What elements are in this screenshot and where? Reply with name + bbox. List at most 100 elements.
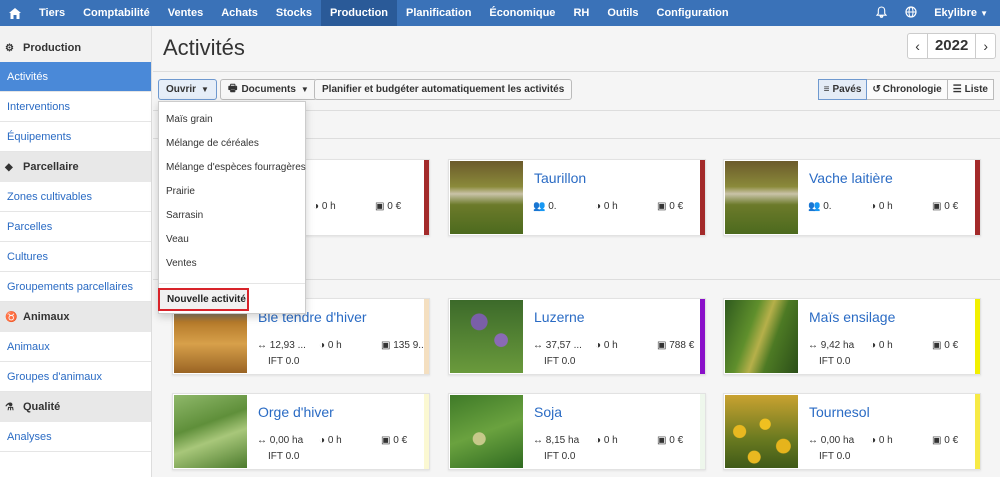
open-button[interactable]: Ouvrir ▼ xyxy=(158,79,217,100)
activity-stats: ↔ 9,42 ha ◑ 0 h ▣ 0 € xyxy=(808,340,994,351)
activity-stats: ◑ 0 h ▣ 0 € xyxy=(313,201,437,212)
menu-divider xyxy=(159,283,305,284)
clock-icon: ◑ xyxy=(319,340,326,351)
cow-icon: ♉ xyxy=(5,311,18,323)
stat-value: 0 h xyxy=(327,340,342,351)
activity-name[interactable]: Tournesol xyxy=(809,404,870,420)
view-list-button[interactable]: ☰ Liste xyxy=(946,79,994,100)
corn-image xyxy=(725,300,798,373)
activity-card[interactable]: Taurillon 👥 0. ◑ 0 h ▣ 0 € xyxy=(448,159,706,236)
ift-value: IFT 0.0 xyxy=(544,356,576,367)
chevron-down-icon: ▼ xyxy=(980,9,988,18)
activity-name[interactable]: Luzerne xyxy=(534,309,585,325)
history-icon: ↺ xyxy=(872,84,881,95)
open-dropdown-menu: Maïs grain Mélange de céréales Mélange d… xyxy=(158,101,306,314)
sidebar-item-zones-cultivables[interactable]: Zones cultivables xyxy=(0,182,151,212)
menu-item-prairie[interactable]: Prairie xyxy=(159,180,305,204)
activity-card[interactable]: Luzerne ↔ 37,57 ... ◑ 0 h ▣ 788 € IFT 0.… xyxy=(448,298,706,375)
color-bar xyxy=(700,299,705,374)
activity-card[interactable]: Tournesol ↔ 0,00 ha ◑ 0 h ▣ 0 € IFT 0.0 xyxy=(723,393,981,470)
sidebar-item-analyses[interactable]: Analyses xyxy=(0,422,151,452)
stat-value: 0 € xyxy=(944,201,959,212)
stat-value: 9,42 ha xyxy=(820,340,855,351)
soy-image xyxy=(450,395,523,468)
menu-item-veau[interactable]: Veau xyxy=(159,228,305,252)
menu-item-mais-grain[interactable]: Maïs grain xyxy=(159,108,305,132)
color-bar xyxy=(700,394,705,469)
view-timeline-label: Chronologie xyxy=(882,84,942,95)
chevron-left-icon[interactable]: ‹ xyxy=(908,38,927,54)
sidebar-item-cultures[interactable]: Cultures xyxy=(0,242,151,272)
activity-stats: 👥 0. ◑ 0 h ▣ 0 € xyxy=(533,201,719,212)
stat-value: 0. xyxy=(548,201,557,212)
nav-production[interactable]: Production xyxy=(320,0,398,26)
view-tiles-button[interactable]: ≡ Pavés xyxy=(817,79,868,100)
flask-icon: ⚗ xyxy=(5,401,14,413)
new-activity-menu-item[interactable]: Nouvelle activité xyxy=(158,288,249,311)
view-timeline-button[interactable]: ↺ Chronologie xyxy=(866,79,948,100)
sidebar-item-activites[interactable]: Activités xyxy=(0,62,151,92)
bell-icon[interactable] xyxy=(866,5,896,21)
nav-tiers[interactable]: Tiers xyxy=(30,0,74,26)
activity-card[interactable]: Orge d'hiver ↔ 0,00 ha ◑ 0 h ▣ 0 € IFT 0… xyxy=(172,393,430,470)
clock-icon: ◑ xyxy=(595,435,602,446)
sidebar-item-groupements-parcellaires[interactable]: Groupements parcellaires xyxy=(0,272,151,302)
activity-name[interactable]: Taurillon xyxy=(534,170,586,186)
sidebar-section-title: Parcellaire xyxy=(23,161,79,173)
menu-item-melange-cereales[interactable]: Mélange de céréales xyxy=(159,132,305,156)
sidebar-item-equipements[interactable]: Équipements xyxy=(0,122,151,152)
sheep-image xyxy=(450,161,523,234)
nav-economique[interactable]: Économique xyxy=(480,0,564,26)
money-icon: ▣ xyxy=(657,435,667,446)
stat-value: 0 h xyxy=(878,201,893,212)
sidebar-item-animaux[interactable]: Animaux xyxy=(0,332,151,362)
nav-achats[interactable]: Achats xyxy=(212,0,267,26)
home-icon[interactable] xyxy=(0,0,30,26)
clock-icon: ◑ xyxy=(313,201,320,212)
menu-item-melange-especes-fourrageres[interactable]: Mélange d'espèces fourragères xyxy=(159,156,306,180)
sidebar: ⚙ Production Activités Interventions Équi… xyxy=(0,26,152,477)
stat-value: 0 € xyxy=(669,435,684,446)
documents-button[interactable]: 🖶 Documents ▼ xyxy=(220,79,317,100)
stat-value: 788 € xyxy=(669,340,695,351)
sunflower-image xyxy=(725,395,798,468)
stat-value: 0. xyxy=(823,201,832,212)
stat-value: 0 h xyxy=(603,201,618,212)
activity-card[interactable]: Soja ↔ 8,15 ha ◑ 0 h ▣ 0 € IFT 0.0 xyxy=(448,393,706,470)
stat-value: 135 9... xyxy=(393,340,427,351)
activity-name[interactable]: Orge d'hiver xyxy=(258,404,334,420)
activity-card[interactable]: Vache laitière 👥 0. ◑ 0 h ▣ 0 € xyxy=(723,159,981,236)
nav-rh[interactable]: RH xyxy=(564,0,598,26)
nav-planification[interactable]: Planification xyxy=(397,0,480,26)
sidebar-section-production: ⚙ Production xyxy=(0,26,151,62)
nav-outils[interactable]: Outils xyxy=(598,0,647,26)
nav-stocks[interactable]: Stocks xyxy=(267,0,321,26)
open-label: Ouvrir xyxy=(166,84,197,95)
activity-name[interactable]: Maïs ensilage xyxy=(809,309,895,325)
menu-item-sarrasin[interactable]: Sarrasin xyxy=(159,204,305,228)
user-menu[interactable]: Ekylibre ▼ xyxy=(926,7,1000,19)
nav-configuration[interactable]: Configuration xyxy=(648,0,738,26)
area-icon: ↔ xyxy=(257,435,267,446)
cogs-icon: ⚙ xyxy=(5,42,14,54)
tiles-icon: ≡ xyxy=(823,84,830,95)
chevron-right-icon[interactable]: › xyxy=(976,38,995,54)
plan-budget-button[interactable]: Planifier et budgéter automatiquement le… xyxy=(314,79,573,100)
sidebar-item-groupes-animaux[interactable]: Groupes d'animaux xyxy=(0,362,151,392)
nav-ventes[interactable]: Ventes xyxy=(159,0,212,26)
sidebar-item-parcelles[interactable]: Parcelles xyxy=(0,212,151,242)
activity-stats: ↔ 8,15 ha ◑ 0 h ▣ 0 € xyxy=(533,435,719,446)
stat-value: 0 € xyxy=(669,201,684,212)
activity-stats: ↔ 0,00 ha ◑ 0 h ▣ 0 € xyxy=(257,435,443,446)
activity-card[interactable]: Maïs ensilage ↔ 9,42 ha ◑ 0 h ▣ 0 € IFT … xyxy=(723,298,981,375)
ift-value: IFT 0.0 xyxy=(819,356,851,367)
sidebar-section-parcellaire: ◆ Parcellaire xyxy=(0,152,151,182)
menu-item-ventes[interactable]: Ventes xyxy=(159,252,305,276)
caret-down-icon: ▼ xyxy=(300,85,309,94)
sidebar-item-interventions[interactable]: Interventions xyxy=(0,92,151,122)
nav-comptabilite[interactable]: Comptabilité xyxy=(74,0,159,26)
activity-name[interactable]: Vache laitière xyxy=(809,170,893,186)
globe-icon[interactable] xyxy=(896,5,926,21)
activity-name[interactable]: Soja xyxy=(534,404,562,420)
stat-value: 0 h xyxy=(878,435,893,446)
